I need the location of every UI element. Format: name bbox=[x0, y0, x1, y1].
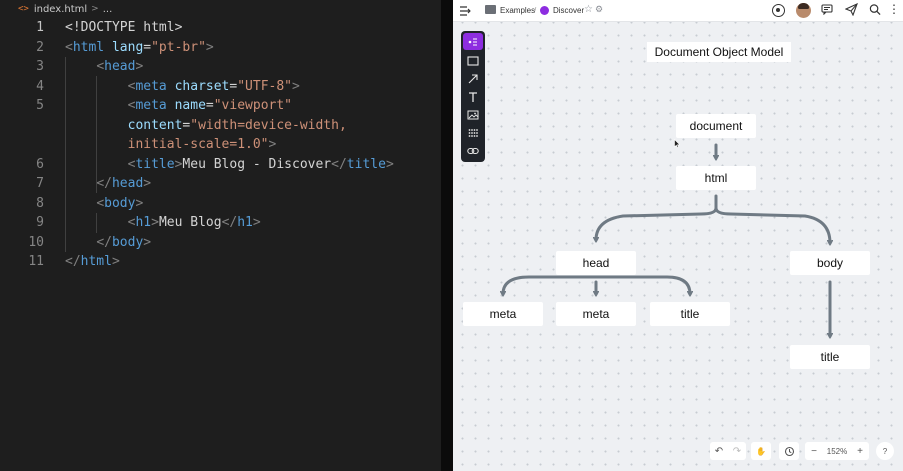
html-file-icon: <> bbox=[18, 4, 29, 14]
code-text: <body> bbox=[96, 195, 144, 211]
node-title-head[interactable]: title bbox=[650, 302, 730, 326]
indent-guide bbox=[96, 76, 97, 193]
code-text: <html lang="pt-br"> bbox=[65, 39, 214, 55]
code-line[interactable]: content="width=device-width, bbox=[0, 116, 441, 136]
node-meta-1[interactable]: meta bbox=[463, 302, 543, 326]
code-line[interactable]: 2 <html lang="pt-br"> bbox=[0, 38, 441, 58]
code-text: <!DOCTYPE html> bbox=[65, 20, 183, 35]
node-html[interactable]: html bbox=[676, 166, 756, 190]
line-number: 5 bbox=[36, 98, 44, 113]
node-body[interactable]: body bbox=[790, 251, 870, 275]
diagram-connectors bbox=[453, 143, 903, 471]
arrow-head-title bbox=[594, 275, 690, 294]
indent-guide bbox=[96, 213, 97, 233]
undo-icon[interactable]: ↶ bbox=[710, 446, 728, 457]
mouse-cursor-icon bbox=[674, 139, 680, 148]
code-text: content="width=device-width, bbox=[127, 117, 347, 133]
code-line[interactable]: 9 <h1>Meu Blog</h1> bbox=[0, 213, 441, 233]
node-title-body[interactable]: title bbox=[790, 345, 870, 369]
code-line[interactable]: 6 <title>Meu Blog - Discover</title> bbox=[0, 155, 441, 175]
hand-tool-icon[interactable]: ✋ bbox=[751, 442, 771, 460]
redo-icon[interactable]: ↷ bbox=[728, 446, 746, 457]
node-head[interactable]: head bbox=[556, 251, 636, 275]
code-line[interactable]: 11 </html> bbox=[0, 252, 441, 272]
code-text: <meta charset="UTF-8"> bbox=[127, 78, 300, 94]
code-text: </head> bbox=[96, 176, 152, 191]
code-line[interactable]: 10 </body> bbox=[0, 233, 441, 253]
code-text: <title>Meu Blog - Discover</title> bbox=[127, 156, 394, 172]
code-text: <meta name="viewport" bbox=[127, 98, 293, 113]
line-number: 9 bbox=[36, 215, 44, 230]
code-line[interactable]: 7 </head> bbox=[0, 174, 441, 194]
history-icon[interactable] bbox=[779, 442, 799, 460]
arrow-html-body bbox=[714, 206, 830, 243]
zoom-control: − 152% + bbox=[805, 442, 869, 460]
breadcrumb-separator: > bbox=[91, 4, 99, 14]
arrow-head-meta1 bbox=[503, 275, 598, 294]
line-number: 10 bbox=[28, 234, 44, 250]
whiteboard-canvas[interactable]: Examples / Discover ☆ ⚙ ⋮ Document Objec… bbox=[453, 0, 903, 471]
zoom-level[interactable]: 152% bbox=[823, 447, 851, 456]
code-line[interactable]: 5 <meta name="viewport" bbox=[0, 96, 441, 116]
zoom-out-button[interactable]: − bbox=[805, 446, 823, 457]
code-text: </html> bbox=[65, 254, 120, 269]
breadcrumb-more[interactable]: ... bbox=[103, 4, 113, 15]
line-number: 2 bbox=[36, 39, 44, 55]
line-number: 4 bbox=[36, 78, 44, 94]
breadcrumb: <> index.html > ... bbox=[0, 0, 441, 18]
help-button[interactable]: ? bbox=[876, 442, 894, 460]
code-editor[interactable]: <> index.html > ... 1 <!DOCTYPE html> 2 <ht… bbox=[0, 0, 441, 471]
node-meta-2[interactable]: meta bbox=[556, 302, 636, 326]
line-number: 8 bbox=[36, 195, 44, 211]
arrow-html-head bbox=[596, 194, 718, 240]
line-number: 1 bbox=[36, 20, 44, 35]
line-number: 11 bbox=[28, 254, 44, 269]
code-text: <h1>Meu Blog</h1> bbox=[127, 215, 261, 230]
code-text: </body> bbox=[96, 234, 152, 250]
code-area[interactable]: 1 <!DOCTYPE html> 2 <html lang="pt-br"> 3 <h… bbox=[0, 18, 441, 272]
code-text: <head> bbox=[96, 59, 144, 74]
code-line[interactable]: 4 <meta charset="UTF-8"> bbox=[0, 77, 441, 97]
undo-redo-group: ↶ ↷ bbox=[710, 442, 746, 460]
zoom-in-button[interactable]: + bbox=[851, 446, 869, 457]
line-number: 7 bbox=[36, 176, 44, 191]
code-line[interactable]: 3 <head> bbox=[0, 57, 441, 77]
breadcrumb-file[interactable]: index.html bbox=[34, 4, 87, 15]
split-divider[interactable] bbox=[441, 0, 453, 471]
node-document[interactable]: document bbox=[676, 114, 756, 138]
line-number: 3 bbox=[36, 59, 44, 74]
code-line[interactable]: initial-scale=1.0"> bbox=[0, 135, 441, 155]
code-line[interactable]: 8 <body> bbox=[0, 194, 441, 214]
indent-guide bbox=[65, 57, 66, 252]
code-line[interactable]: 1 <!DOCTYPE html> bbox=[0, 18, 441, 38]
line-number: 6 bbox=[36, 156, 44, 172]
